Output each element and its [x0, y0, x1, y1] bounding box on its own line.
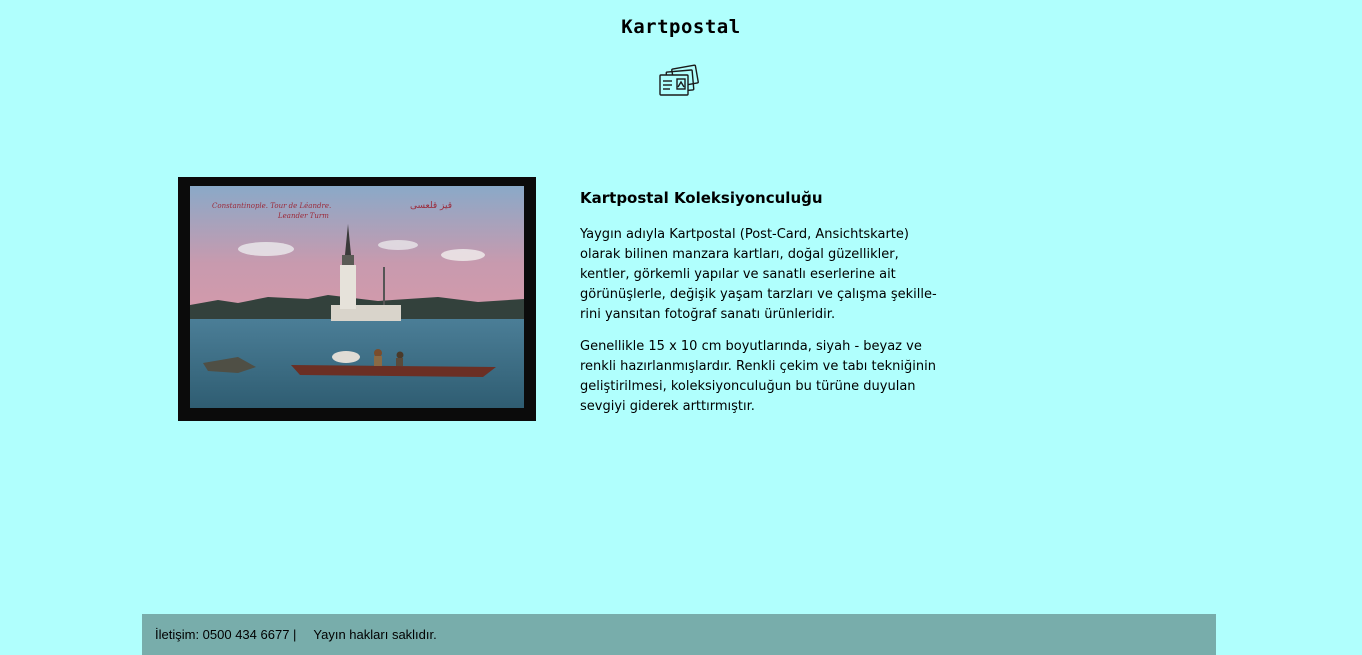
site-title: Kartpostal [621, 16, 741, 38]
postcard-caption-latin-2: Leander Turm [277, 212, 329, 220]
postcard-caption-latin: Constantinople. Tour de Léandre. [212, 202, 331, 210]
section-heading: Kartpostal Koleksiyonculuğu [580, 189, 823, 207]
footer-contact: İletişim: 0500 434 6677 | [155, 627, 297, 642]
intro-paragraph: Yaygın adıyla Kartpostal (Post-Card, Ans… [580, 227, 937, 322]
postcard-image: Constantinople. Tour de Léandre. Leander… [178, 177, 536, 421]
footer-copyright: Yayın hakları saklıdır. [313, 627, 437, 642]
detail-paragraph: Genellikle 15 x 10 cm boyutlarında, siya… [580, 339, 936, 414]
postcard-caption-arabic: قيز قلعسى [410, 201, 452, 211]
postcard-stack-icon [657, 64, 701, 98]
footer: İletişim: 0500 434 6677 | Yayın hakları … [142, 614, 1216, 655]
main-content: Kartpostal Koleksiyonculuğu Yaygın adıyl… [580, 189, 950, 429]
